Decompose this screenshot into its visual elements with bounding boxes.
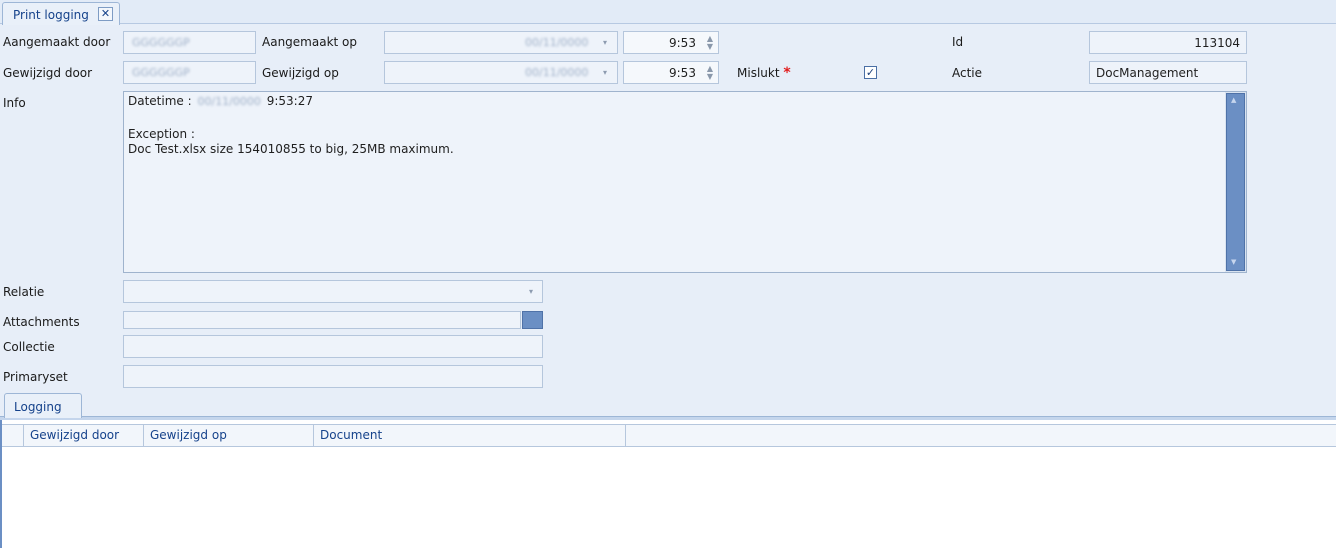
required-marker: * [783, 65, 791, 81]
primaryset-label: Primaryset [3, 370, 68, 384]
spin-up-icon[interactable]: ▲ [706, 65, 714, 73]
chevron-down-icon[interactable]: ▾ [603, 38, 607, 47]
collectie-label: Collectie [3, 340, 55, 354]
gewijzigd-op-label: Gewijzigd op [262, 66, 339, 80]
aangemaakt-op-date-field[interactable]: 00/11/0000 ▾ [384, 31, 618, 54]
mislukt-checkbox[interactable]: ✓ [864, 66, 877, 79]
chevron-down-icon[interactable]: ▾ [603, 68, 607, 77]
grid-header: Gewijzigd door Gewijzigd op Document [2, 424, 1336, 447]
tab-print-logging-label: Print logging [13, 8, 89, 22]
relatie-dropdown[interactable]: ▾ [123, 280, 543, 303]
mislukt-label: Mislukt * [737, 65, 791, 81]
info-line-datetime: Datetime : 00/11/0000 9:53:27 [128, 94, 313, 108]
collectie-field[interactable] [123, 335, 543, 358]
id-label: Id [952, 35, 964, 49]
scroll-up-icon[interactable]: ▲ [1231, 96, 1236, 104]
tab-print-logging[interactable]: Print logging ✕ [2, 2, 120, 25]
aangemaakt-door-field[interactable]: GGGGGGP [123, 31, 256, 54]
close-icon[interactable]: ✕ [98, 7, 113, 21]
actie-label: Actie [952, 66, 983, 80]
attachments-button[interactable] [522, 311, 543, 329]
tab-logging-label: Logging [14, 400, 62, 414]
spin-up-icon[interactable]: ▲ [706, 35, 714, 43]
grid-row-selector-header[interactable] [2, 425, 24, 447]
column-header-gewijzigd-op[interactable]: Gewijzigd op [144, 425, 314, 447]
column-header-gewijzigd-door[interactable]: Gewijzigd door [24, 425, 144, 447]
spin-down-icon[interactable]: ▼ [706, 73, 714, 81]
spin-down-icon[interactable]: ▼ [706, 43, 714, 51]
chevron-down-icon[interactable]: ▾ [529, 287, 533, 296]
tab-logging[interactable]: Logging [4, 393, 82, 418]
aangemaakt-door-label: Aangemaakt door [3, 35, 111, 49]
info-label: Info [3, 96, 26, 110]
actie-field[interactable]: DocManagement [1089, 61, 1247, 84]
relatie-label: Relatie [3, 285, 45, 299]
attachments-label: Attachments [3, 315, 80, 329]
document-tabstrip [0, 0, 1336, 24]
gewijzigd-op-time-field[interactable]: 9:53 ▲ ▼ [623, 61, 719, 84]
info-scrollbar[interactable]: ▲ ▼ [1225, 92, 1246, 272]
info-memo[interactable]: Datetime : 00/11/0000 9:53:27 Exception … [123, 91, 1247, 273]
aangemaakt-op-label: Aangemaakt op [262, 35, 357, 49]
gewijzigd-door-label: Gewijzigd door [3, 66, 93, 80]
info-line-exception: Exception : [128, 127, 195, 141]
attachments-field[interactable] [123, 311, 521, 329]
scroll-down-icon[interactable]: ▼ [1231, 258, 1236, 266]
info-line-message: Doc Test.xlsx size 154010855 to big, 25M… [128, 142, 454, 156]
gewijzigd-op-date-field[interactable]: 00/11/0000 ▾ [384, 61, 618, 84]
id-field[interactable]: 113104 [1089, 31, 1247, 54]
primaryset-field[interactable] [123, 365, 543, 388]
scrollbar-thumb[interactable] [1226, 93, 1245, 271]
aangemaakt-op-time-field[interactable]: 9:53 ▲ ▼ [623, 31, 719, 54]
gewijzigd-door-field[interactable]: GGGGGGP [123, 61, 256, 84]
column-header-document[interactable]: Document [314, 425, 626, 447]
